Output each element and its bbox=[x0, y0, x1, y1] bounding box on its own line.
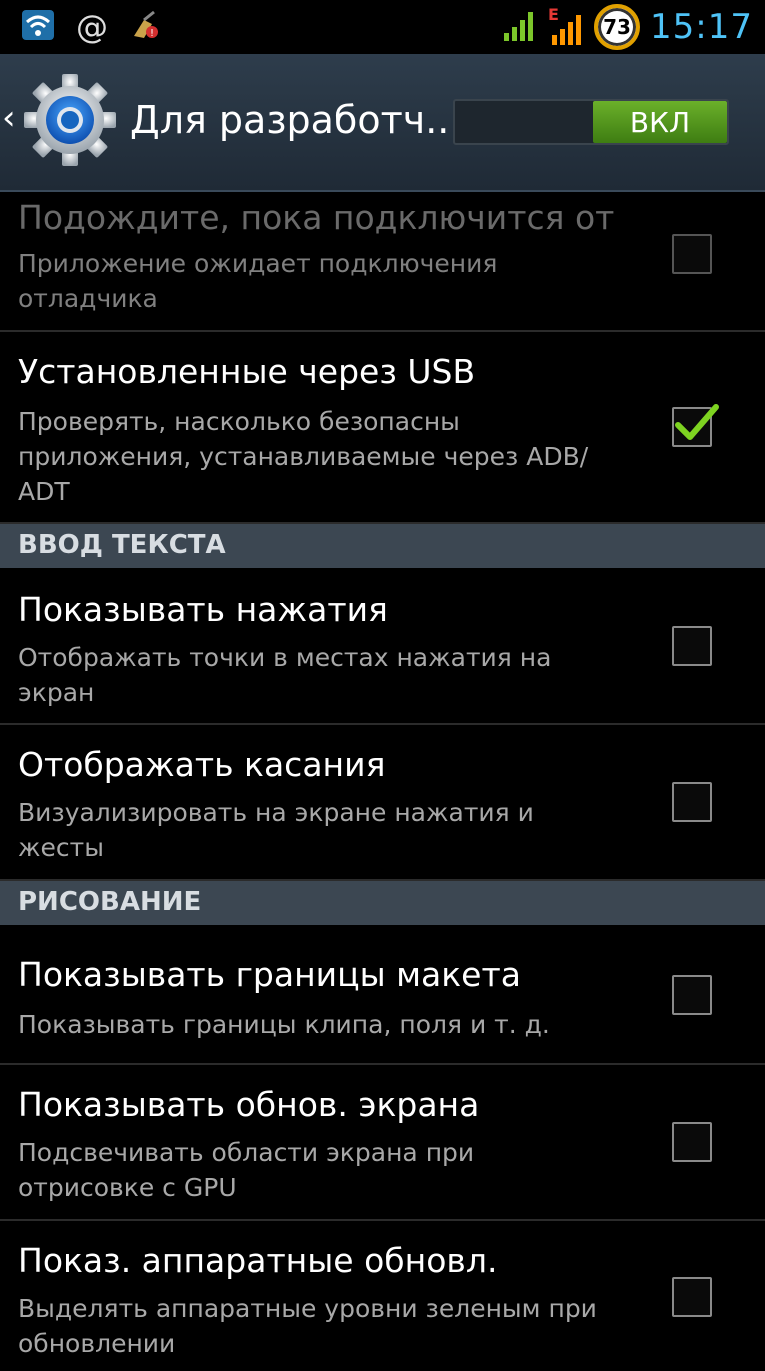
setting-title: Показывать нажатия bbox=[18, 590, 388, 629]
setting-summary: Визуализировать на экране нажатия и жест… bbox=[18, 798, 534, 862]
wifi-icon bbox=[22, 10, 54, 44]
signal-roaming-icon: E bbox=[548, 5, 584, 47]
status-bar: @ ! E 73 15:17 bbox=[0, 0, 765, 54]
action-bar: ‹ Для разработч... ВКЛ bbox=[0, 54, 765, 192]
setting-title: Установленные через USB bbox=[18, 352, 476, 391]
setting-summary: Проверять, насколько безопасны приложени… bbox=[18, 407, 589, 506]
setting-title: Показывать границы макета bbox=[18, 955, 521, 994]
show-touches-checkbox[interactable] bbox=[672, 782, 712, 822]
verify-apps-usb-checkbox[interactable] bbox=[672, 404, 719, 447]
setting-summary: Выделять аппаратные уровни зеленым при о… bbox=[18, 1294, 597, 1358]
setting-show-screen-updates[interactable]: Показывать обнов. экрана Подсвечивать об… bbox=[0, 1065, 765, 1221]
show-screen-updates-checkbox[interactable] bbox=[672, 1122, 712, 1162]
setting-show-touches[interactable]: Отображать касания Визуализировать на эк… bbox=[0, 725, 765, 881]
setting-summary: Подсвечивать области экрана при отрисовк… bbox=[18, 1138, 475, 1202]
setting-verify-apps-usb[interactable]: Установленные через USB Проверять, наско… bbox=[0, 332, 765, 524]
setting-title: Показ. аппаратные обновл. bbox=[18, 1241, 498, 1280]
setting-title: Отображать касания bbox=[18, 745, 386, 784]
show-layout-bounds-checkbox[interactable] bbox=[672, 975, 712, 1015]
setting-summary: Показывать границы клипа, поля и т. д. bbox=[18, 1010, 550, 1039]
svg-text:!: ! bbox=[150, 28, 154, 39]
settings-gear-icon[interactable] bbox=[20, 70, 120, 170]
setting-title: Подождите, пока подключится от bbox=[18, 198, 615, 237]
section-header-drawing: РИСОВАНИЕ bbox=[0, 881, 765, 925]
setting-title: Показывать обнов. экрана bbox=[18, 1085, 480, 1124]
switch-on-label: ВКЛ bbox=[593, 101, 727, 143]
cleaner-icon: ! bbox=[130, 10, 160, 44]
section-header-label: РИСОВАНИЕ bbox=[18, 887, 202, 917]
wait-for-debugger-checkbox bbox=[672, 234, 712, 274]
page-title: Для разработч... bbox=[130, 98, 462, 142]
checkmark-icon bbox=[675, 404, 719, 440]
section-header-label: ВВОД ТЕКСТА bbox=[18, 530, 226, 560]
show-hw-layer-updates-checkbox[interactable] bbox=[672, 1277, 712, 1317]
section-header-text-input: ВВОД ТЕКСТА bbox=[0, 524, 765, 568]
settings-list: Подождите, пока подключится от Приложени… bbox=[0, 192, 765, 1371]
setting-summary: Отображать точки в местах нажатия на экр… bbox=[18, 643, 552, 707]
clock: 15:17 bbox=[650, 7, 753, 47]
battery-level: 73 bbox=[603, 15, 631, 39]
at-sign-icon: @ bbox=[76, 8, 108, 46]
battery-icon: 73 bbox=[594, 4, 641, 50]
setting-wait-for-debugger: Подождите, пока подключится от Приложени… bbox=[0, 192, 765, 332]
setting-summary: Приложение ожидает подключения отладчика bbox=[18, 249, 498, 313]
setting-show-layout-bounds[interactable]: Показывать границы макета Показывать гра… bbox=[0, 925, 765, 1065]
setting-show-hw-layer-updates[interactable]: Показ. аппаратные обновл. Выделять аппар… bbox=[0, 1221, 765, 1371]
signal-icon bbox=[502, 7, 538, 47]
show-taps-checkbox[interactable] bbox=[672, 626, 712, 666]
setting-show-taps[interactable]: Показывать нажатия Отображать точки в ме… bbox=[0, 568, 765, 725]
back-chevron-icon[interactable]: ‹ bbox=[2, 98, 16, 138]
developer-options-switch[interactable]: ВКЛ bbox=[453, 99, 729, 145]
